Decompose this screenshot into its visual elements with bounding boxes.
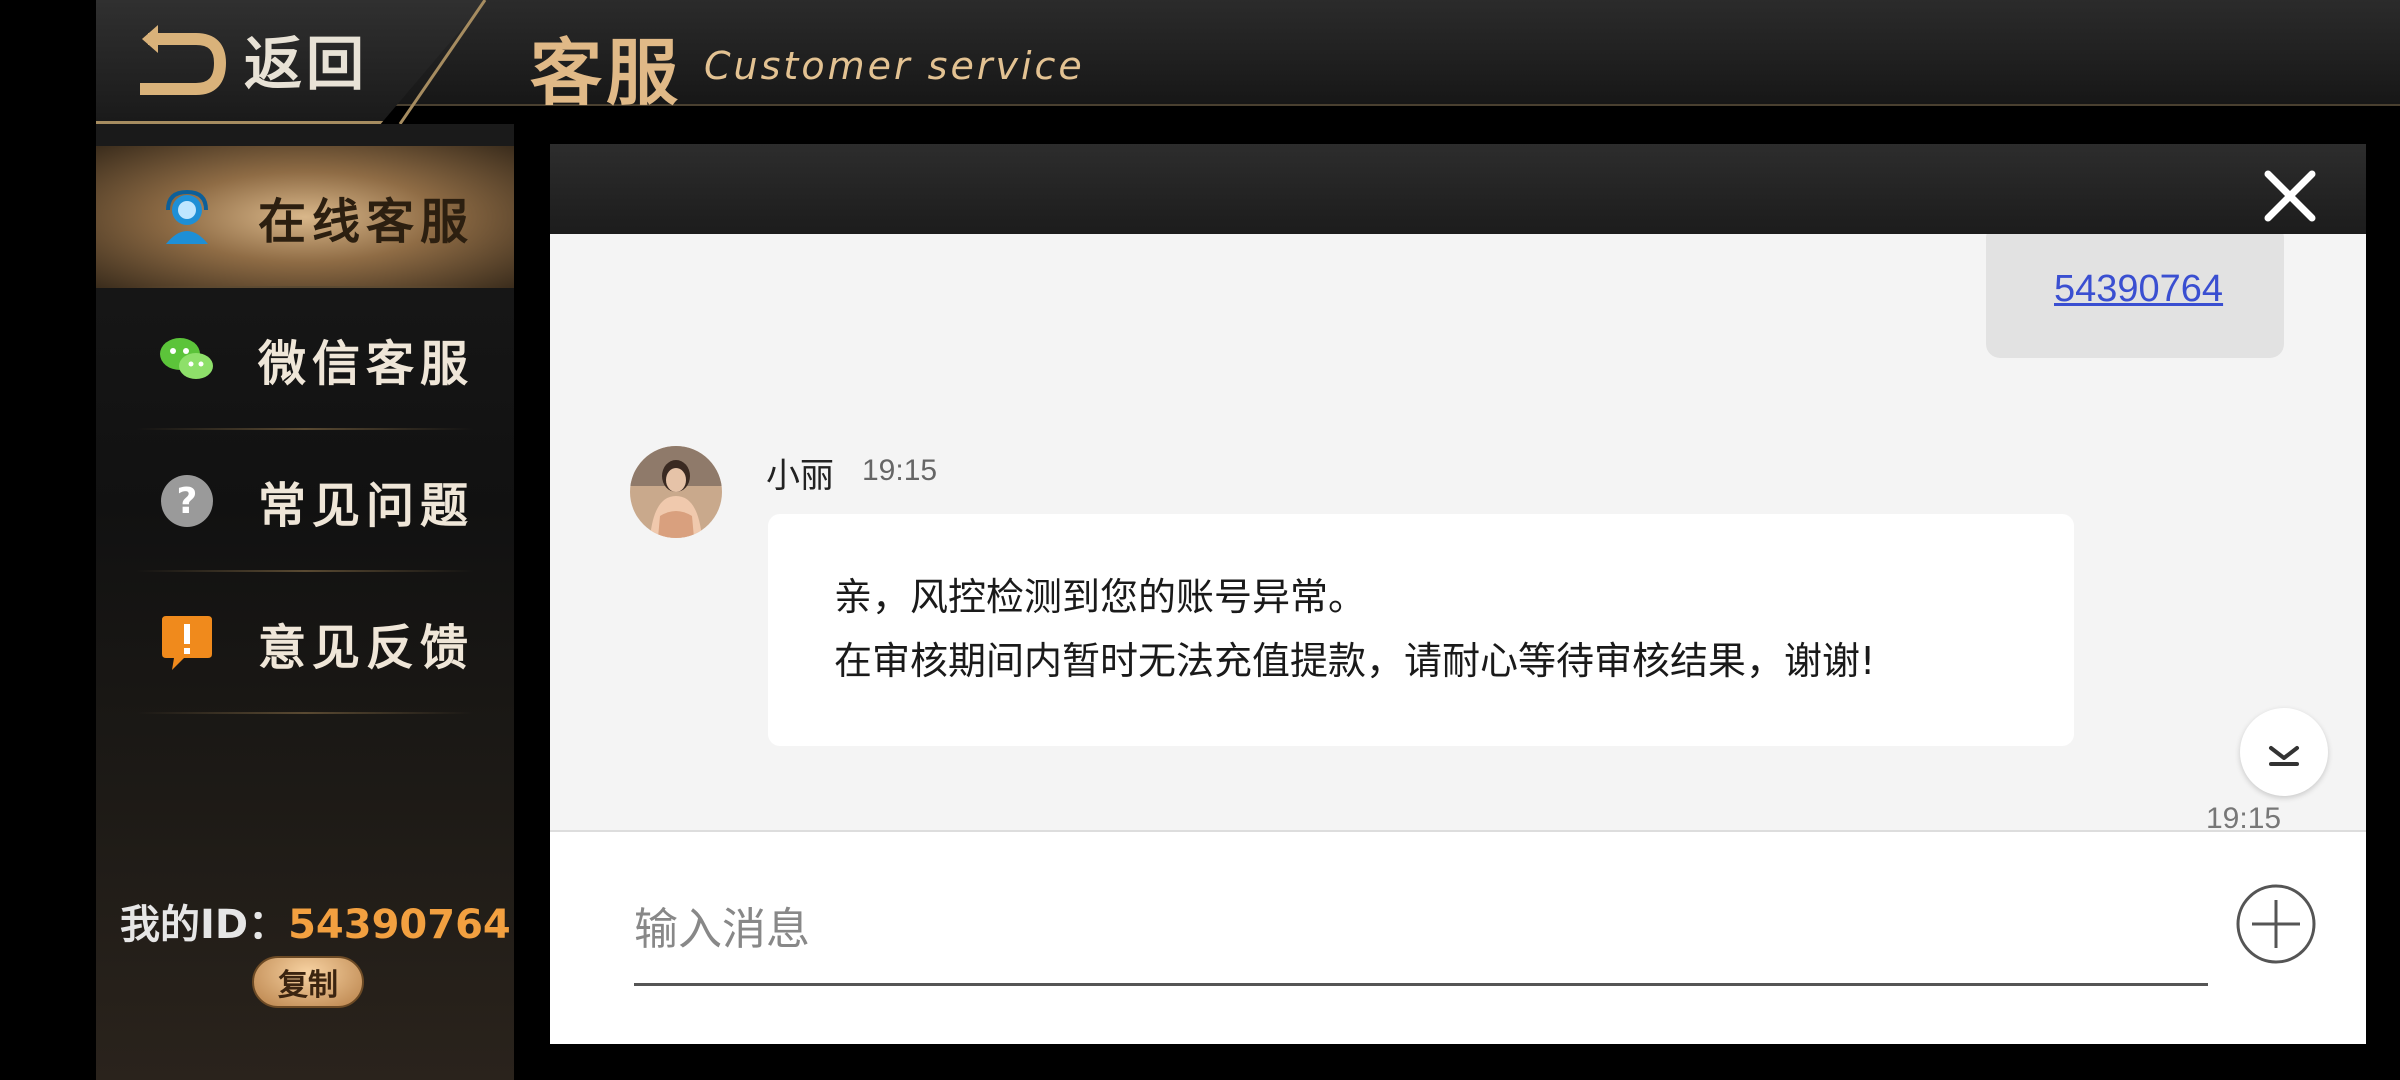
message-input[interactable] [634, 876, 2208, 986]
sidebar: 在线客服 微信客服 ? 常见问题 意见反馈 我的ID：54390764 复制 [96, 124, 514, 1080]
sidebar-item-label: 微信客服 [258, 336, 475, 392]
my-id-label: 我的ID： [120, 902, 289, 948]
sidebar-item-label: 常见问题 [258, 478, 475, 534]
sidebar-item-online-service[interactable]: 在线客服 [96, 146, 514, 288]
message-composer [550, 830, 2366, 1044]
chat-topbar [550, 144, 2366, 234]
message-time: 19:15 [862, 454, 938, 487]
page-subtitle: Customer service [704, 44, 1085, 88]
back-arrow-icon [140, 25, 226, 95]
received-message-bubble: 亲，风控检测到您的账号异常。 在审核期间内暂时无法充值提款，请耐心等待审核结果，… [768, 514, 2074, 746]
chat-message-list[interactable]: 54390764 小丽 19:15 亲，风控检测到您的账号异常。 在审核期间内暂… [550, 234, 2366, 830]
avatar[interactable] [630, 446, 722, 538]
svg-text:?: ? [177, 481, 198, 522]
copy-id-button[interactable]: 复制 [252, 956, 364, 1008]
sent-message-link[interactable]: 54390764 [2054, 268, 2223, 311]
agent-name: 小丽 [766, 456, 834, 496]
plus-icon[interactable] [2234, 882, 2318, 966]
agent-icon [166, 189, 208, 244]
message-time: 19:15 [2206, 802, 2282, 830]
wechat-icon [160, 338, 213, 379]
sidebar-item-faq[interactable]: ? 常见问题 [96, 430, 514, 572]
message-text-line: 亲，风控检测到您的账号异常。 [834, 575, 1367, 619]
back-label: 返回 [244, 30, 369, 98]
sent-message-bubble: 54390764 [1986, 234, 2284, 358]
chevron-down-icon [2269, 746, 2299, 766]
my-id: 我的ID：54390764 [120, 892, 511, 950]
feedback-icon [162, 616, 212, 670]
header-divider [398, 0, 487, 124]
scroll-to-bottom-button[interactable] [2240, 708, 2328, 796]
sidebar-item-feedback[interactable]: 意见反馈 [96, 572, 514, 714]
question-icon: ? [161, 475, 213, 527]
sidebar-item-label: 在线客服 [258, 194, 475, 250]
sidebar-item-label: 意见反馈 [258, 620, 475, 676]
message-text-line: 在审核期间内暂时无法充值提款，请耐心等待审核结果，谢谢! [834, 639, 1876, 683]
back-button[interactable]: 返回 [140, 14, 380, 104]
sidebar-item-wechat-service[interactable]: 微信客服 [96, 288, 514, 430]
close-icon[interactable] [2262, 168, 2318, 224]
my-id-value: 54390764 [288, 902, 511, 948]
page-title: 客服 [530, 31, 683, 115]
